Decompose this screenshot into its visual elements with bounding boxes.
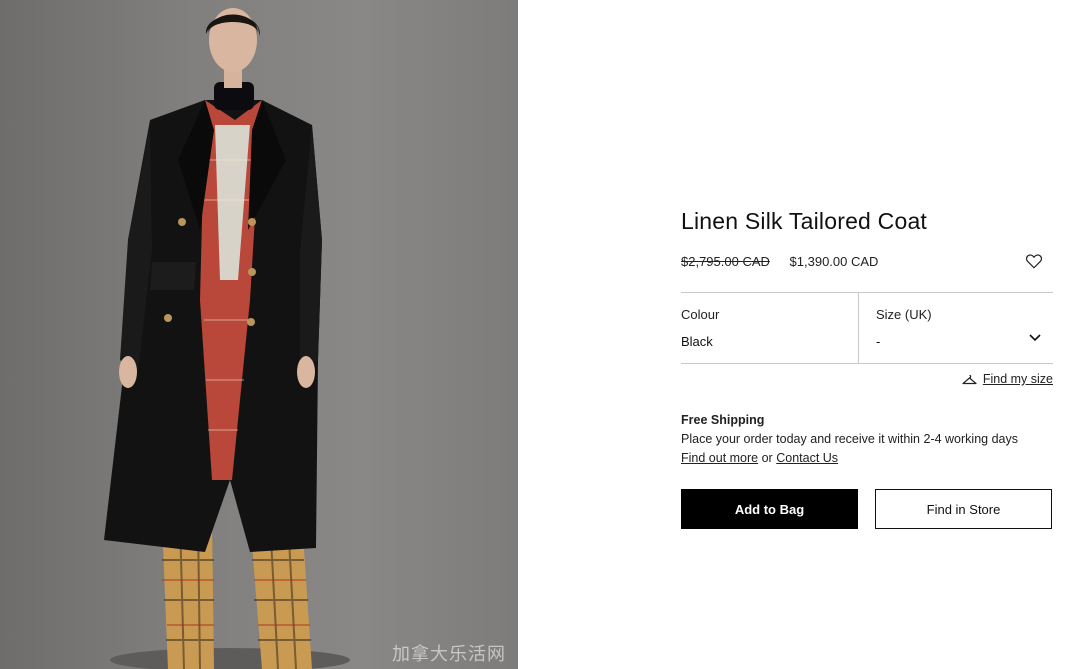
find-my-size-link[interactable]: Find my size — [983, 372, 1053, 386]
sale-price: $1,390.00 CAD — [789, 254, 879, 269]
product-image: 加拿大乐活网 — [0, 0, 518, 669]
size-selector[interactable]: Size (UK) - — [858, 293, 1053, 363]
colour-label: Colour — [681, 307, 720, 322]
shipping-text: Place your order today and receive it wi… — [681, 432, 1018, 446]
shipping-info: Free Shipping Place your order today and… — [681, 411, 1018, 468]
add-to-bag-button[interactable]: Add to Bag — [681, 489, 858, 529]
heart-icon[interactable] — [1025, 252, 1043, 270]
find-out-more-link[interactable]: Find out more — [681, 451, 758, 465]
colour-selector[interactable]: Colour Black — [681, 293, 858, 363]
model-illustration — [104, 8, 350, 669]
or-text: or — [761, 451, 773, 465]
watermark-text: 加拿大乐活网 — [392, 644, 506, 665]
find-in-store-button[interactable]: Find in Store — [875, 489, 1052, 529]
contact-us-link[interactable]: Contact Us — [776, 451, 838, 465]
shipping-heading: Free Shipping — [681, 413, 765, 427]
product-title: Linen Silk Tailored Coat — [681, 208, 928, 234]
size-value: - — [876, 334, 881, 349]
colour-value: Black — [681, 334, 713, 349]
find-my-size: Find my size — [962, 372, 1053, 386]
hanger-icon — [962, 374, 977, 384]
original-price: $2,795.00 CAD — [681, 254, 770, 269]
size-label: Size (UK) — [876, 307, 932, 322]
chevron-down-icon[interactable] — [1029, 334, 1041, 342]
variant-selectors: Colour Black Size (UK) - — [681, 292, 1053, 364]
product-info-panel: Linen Silk Tailored Coat $2,795.00 CAD $… — [681, 0, 1053, 669]
price-row: $2,795.00 CAD $1,390.00 CAD — [681, 254, 1053, 272]
